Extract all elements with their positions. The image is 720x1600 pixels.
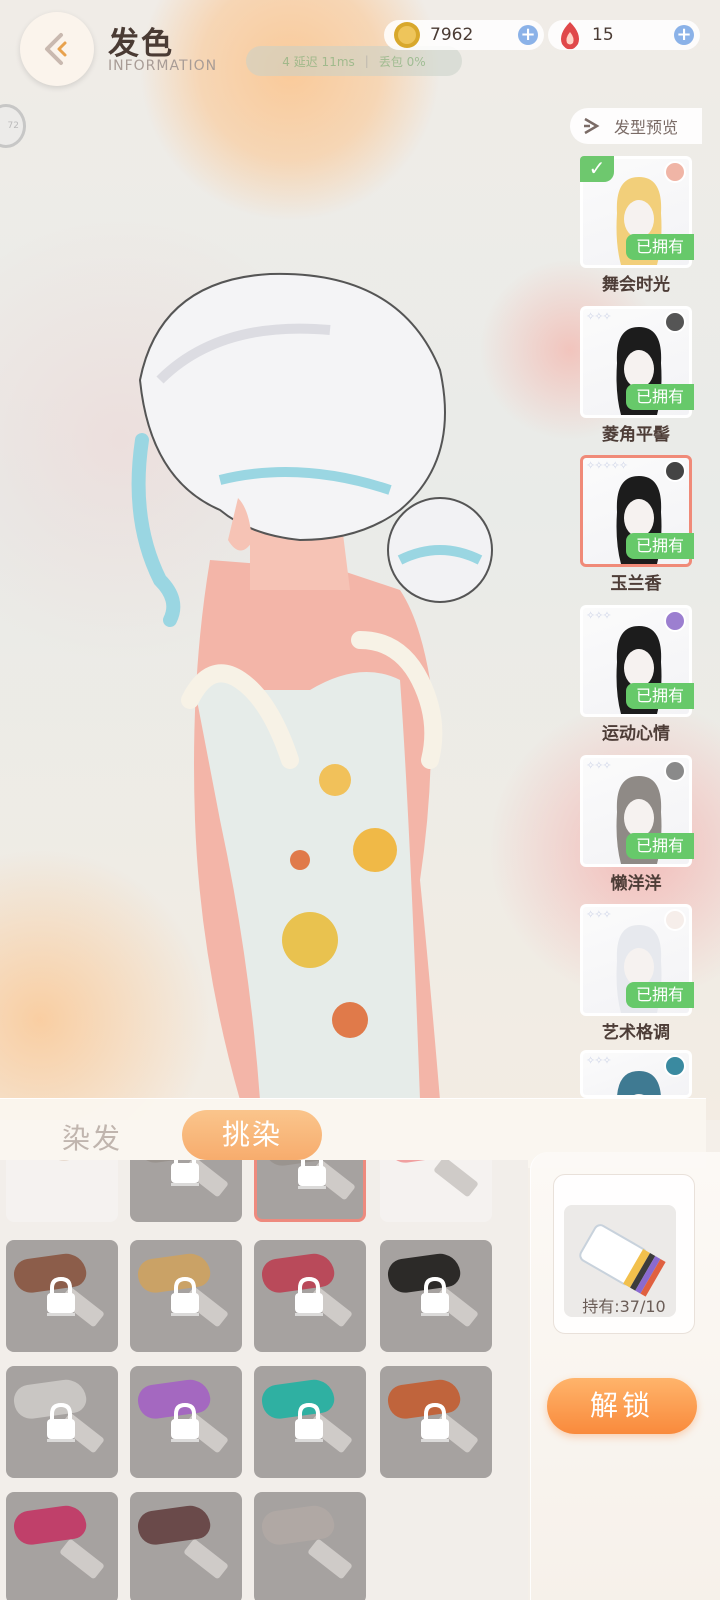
rarity-dot-icon: [664, 460, 686, 482]
dye-tube: [433, 1160, 479, 1198]
item-hold-count: 持有:37/10: [582, 1297, 666, 1316]
tab-highlight[interactable]: 挑染: [182, 1110, 322, 1160]
lock-icon: [295, 1276, 323, 1316]
back-arrow-icon: [45, 33, 67, 65]
hair-avatar-icon: [617, 1071, 661, 1095]
color-swatch[interactable]: [6, 1160, 118, 1222]
rarity-dot-icon: [664, 1055, 686, 1077]
lock-icon: [171, 1276, 199, 1316]
rarity-stars: ✧✧✧: [586, 759, 612, 772]
owned-badge: 已拥有: [626, 234, 694, 260]
lock-icon: [47, 1276, 75, 1316]
lock-icon: [295, 1402, 323, 1442]
page-title: 发色: [108, 26, 174, 62]
lock-icon: [171, 1160, 199, 1186]
rarity-stars: ✧✧✧: [586, 310, 612, 323]
color-swatch[interactable]: [380, 1160, 492, 1222]
checkmark-icon: ✓: [580, 156, 614, 182]
swatch-grid: [0, 1160, 528, 1600]
dye-tube: [307, 1538, 353, 1580]
color-swatch[interactable]: [130, 1492, 242, 1600]
unlock-button[interactable]: 解锁: [547, 1378, 697, 1434]
color-swatch[interactable]: [254, 1160, 366, 1222]
hair-name: 菱角平髻: [602, 425, 670, 445]
character-model: [131, 272, 493, 1100]
rarity-dot-icon: [664, 760, 686, 782]
rarity-dot-icon: [664, 610, 686, 632]
color-swatch[interactable]: [6, 1366, 118, 1478]
page-subtitle: INFORMATION: [108, 58, 218, 74]
dye-smear: [259, 1503, 337, 1547]
lock-icon: [47, 1402, 75, 1442]
owned-badge: 已拥有: [626, 683, 694, 709]
color-swatch[interactable]: [130, 1366, 242, 1478]
rarity-dot-icon: [664, 161, 686, 183]
unlock-panel: 持有:37/10 解锁: [530, 1152, 720, 1600]
owned-badge: 已拥有: [626, 982, 694, 1008]
gold-counter: 7962 +: [384, 20, 544, 50]
rarity-stars: ✧✧✧: [586, 1054, 612, 1067]
lock-icon: [421, 1276, 449, 1316]
back-button[interactable]: [20, 12, 94, 86]
hair-card[interactable]: ✧✧✧: [580, 1050, 692, 1098]
color-swatch[interactable]: [254, 1240, 366, 1352]
hair-preview-label: 发型预览: [614, 118, 679, 137]
hair-name: 艺术格调: [602, 1023, 670, 1043]
color-swatch[interactable]: [6, 1240, 118, 1352]
lock-icon: [421, 1402, 449, 1442]
rarity-dot-icon: [664, 311, 686, 333]
hair-card[interactable]: ✧✧✧✧✧ 已拥有: [580, 455, 694, 567]
color-swatch[interactable]: [254, 1366, 366, 1478]
add-gold-button[interactable]: +: [518, 25, 538, 45]
play-icon: [584, 117, 600, 135]
owned-badge: 已拥有: [626, 833, 694, 859]
dye-smear: [135, 1503, 213, 1547]
rarity-stars: ✧✧✧✧✧: [586, 459, 628, 472]
hair-card[interactable]: ✧✧✧ 已拥有: [580, 755, 694, 867]
owned-badge: 已拥有: [626, 533, 694, 559]
hair-card[interactable]: ✧✧✧ 已拥有: [580, 306, 694, 418]
hair-name: 舞会时光: [602, 275, 670, 295]
gold-coin-icon: [394, 22, 420, 48]
color-swatch[interactable]: [130, 1160, 242, 1222]
color-swatch[interactable]: [254, 1492, 366, 1600]
hair-card[interactable]: ✧✧✧ 已拥有: [580, 605, 694, 717]
hair-name: 运动心情: [602, 724, 670, 744]
lock-icon: [171, 1402, 199, 1442]
color-swatch[interactable]: [6, 1492, 118, 1600]
color-swatch[interactable]: [380, 1366, 492, 1478]
gem-counter: 15 +: [548, 20, 700, 50]
gem-amount: 15: [592, 25, 614, 45]
dye-tube: [183, 1538, 229, 1580]
dye-tube: [59, 1538, 105, 1580]
color-swatch[interactable]: [130, 1240, 242, 1352]
hair-card[interactable]: ✓ 已拥有: [580, 156, 694, 268]
divider: |: [364, 54, 369, 68]
side-badge: 72: [7, 121, 19, 131]
hair-card[interactable]: ✧✧✧ 已拥有: [580, 904, 694, 1016]
hair-preview-button[interactable]: 发型预览: [570, 108, 702, 144]
latency-text: 4 延迟 11ms: [282, 54, 355, 69]
network-status: 4 延迟 11ms | 丢包 0%: [246, 46, 462, 76]
packet-loss-text: 丢包 0%: [378, 54, 426, 69]
hair-name: 玉兰香: [610, 574, 662, 594]
dye-smear: [11, 1503, 89, 1547]
lock-icon: [298, 1160, 326, 1189]
no-color-icon: [58, 1160, 70, 1161]
rarity-dot-icon: [664, 909, 686, 931]
rarity-stars: ✧✧✧: [586, 908, 612, 921]
hair-name: 懒洋洋: [610, 874, 662, 894]
rarity-stars: ✧✧✧: [586, 609, 612, 622]
dye-item-card[interactable]: 持有:37/10: [553, 1174, 695, 1334]
tab-dye[interactable]: 染发: [62, 1117, 122, 1157]
add-gem-button[interactable]: +: [674, 25, 694, 45]
flame-gem-icon: [561, 22, 579, 50]
color-swatch[interactable]: [380, 1240, 492, 1352]
gold-amount: 7962: [430, 25, 474, 45]
owned-badge: 已拥有: [626, 384, 694, 410]
